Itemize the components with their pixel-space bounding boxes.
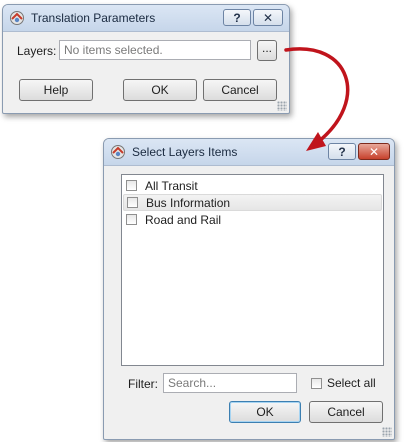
select-all-checkbox-group[interactable]: Select all (311, 376, 376, 390)
cancel-button-label: Cancel (221, 83, 259, 97)
select-all-checkbox[interactable] (311, 377, 322, 389)
item-checkbox[interactable] (127, 197, 138, 208)
ok-button[interactable]: OK (229, 401, 301, 423)
cancel-button-label: Cancel (327, 405, 365, 419)
select-layers-items-dialog: Select Layers Items ? ✕ All Transit Bus … (103, 138, 395, 440)
close-icon: ✕ (262, 10, 274, 25)
browse-button-label: ... (261, 41, 272, 55)
help-icon: ? (338, 144, 346, 159)
layers-input[interactable] (59, 40, 251, 60)
item-label: All Transit (145, 178, 198, 193)
app-icon (111, 145, 125, 159)
item-label: Road and Rail (145, 212, 222, 227)
ok-button-label: OK (256, 405, 274, 419)
close-icon: ✕ (368, 144, 380, 159)
list-item[interactable]: All Transit (123, 177, 382, 194)
app-icon (10, 11, 24, 25)
help-button-label: Help (43, 83, 69, 97)
help-button[interactable]: Help (19, 79, 93, 101)
layers-items-list[interactable]: All Transit Bus Information Road and Rai… (121, 174, 384, 366)
close-title-button[interactable]: ✕ (253, 9, 283, 26)
cancel-button[interactable]: Cancel (309, 401, 383, 423)
cancel-button[interactable]: Cancel (203, 79, 277, 101)
translation-parameters-dialog: Translation Parameters ? ✕ Layers: ... H… (2, 4, 290, 114)
dialog-title: Select Layers Items (132, 145, 238, 159)
browse-layers-button[interactable]: ... (257, 40, 277, 61)
size-grip-icon[interactable] (277, 101, 287, 111)
size-grip-icon[interactable] (382, 427, 392, 437)
layers-label: Layers: (17, 44, 57, 58)
filter-input[interactable] (163, 373, 297, 393)
select-all-label: Select all (327, 376, 376, 390)
item-checkbox[interactable] (126, 180, 137, 191)
help-title-button[interactable]: ? (223, 9, 251, 26)
item-checkbox[interactable] (126, 214, 137, 225)
close-title-button[interactable]: ✕ (358, 143, 390, 160)
help-icon: ? (233, 10, 241, 25)
title-bar[interactable]: Select Layers Items ? ✕ (104, 139, 394, 166)
item-label: Bus Information (146, 195, 231, 210)
title-bar[interactable]: Translation Parameters ? ✕ (3, 5, 289, 32)
list-item[interactable]: Bus Information (123, 194, 382, 211)
ok-button[interactable]: OK (123, 79, 197, 101)
filter-label: Filter: (128, 377, 158, 391)
list-item[interactable]: Road and Rail (123, 211, 382, 228)
dialog-title: Translation Parameters (31, 11, 156, 25)
ok-button-label: OK (151, 83, 169, 97)
help-title-button[interactable]: ? (328, 143, 356, 160)
